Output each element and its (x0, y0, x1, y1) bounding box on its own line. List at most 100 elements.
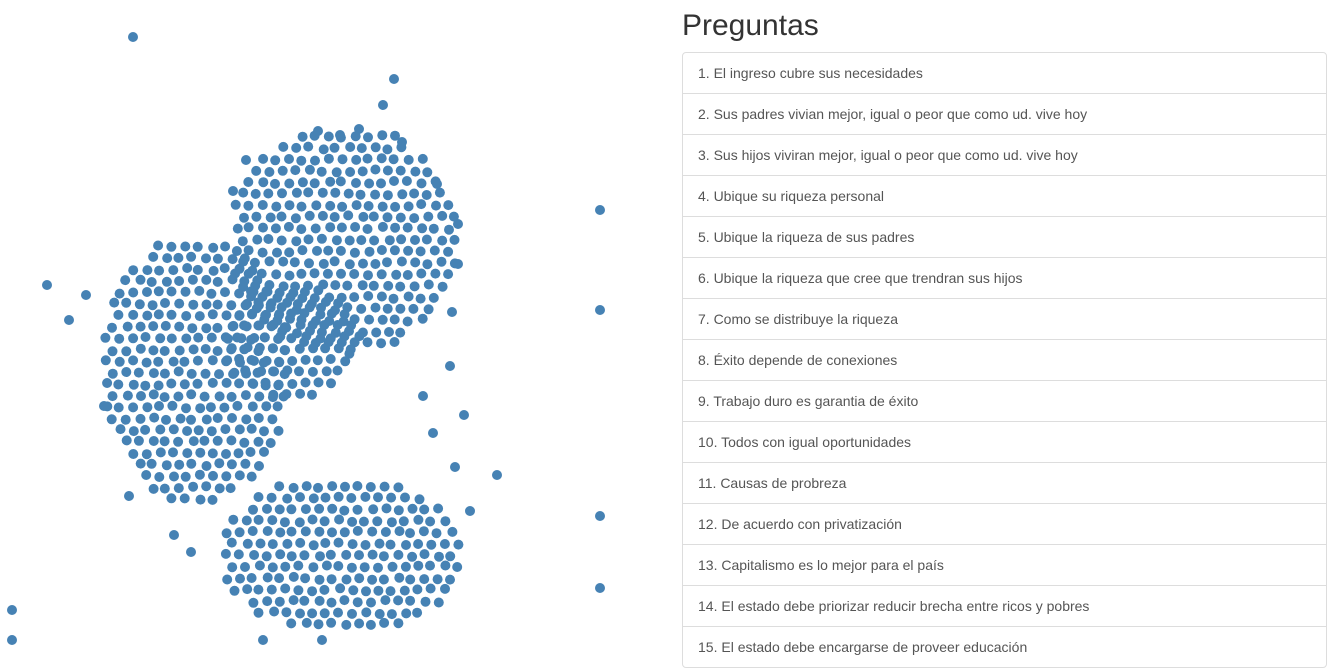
bubble-dot[interactable] (257, 247, 268, 258)
bubble-dot[interactable] (320, 296, 331, 307)
bubble-dot[interactable] (286, 333, 297, 344)
bubble-dot[interactable] (307, 586, 318, 597)
bubble-dot[interactable] (386, 517, 397, 528)
bubble-dot[interactable] (288, 571, 299, 582)
question-item[interactable]: 11. Causas de probreza (683, 463, 1326, 504)
bubble-dot[interactable] (321, 366, 332, 377)
bubble-dot[interactable] (319, 320, 330, 330)
bubble-dot[interactable] (280, 561, 291, 572)
bubble-dot[interactable] (330, 280, 341, 291)
question-item[interactable]: 13. Capitalismo es lo mejor para el país (683, 545, 1326, 586)
bubble-dot[interactable] (315, 551, 325, 562)
bubble-dot[interactable] (335, 583, 346, 594)
bubble-dot[interactable] (262, 503, 272, 514)
bubble-dot[interactable] (259, 332, 270, 343)
bubble-dot[interactable] (249, 333, 260, 343)
bubble-dot[interactable] (333, 298, 344, 309)
bubble-dot[interactable] (153, 356, 164, 367)
bubble-dot[interactable] (281, 389, 292, 400)
bubble-dot[interactable] (148, 321, 159, 332)
bubble-dot[interactable] (340, 481, 350, 492)
bubble-dot[interactable] (416, 178, 427, 189)
bubble-dot[interactable] (422, 167, 433, 178)
question-item[interactable]: 9. Trabajo duro es garantia de éxito (683, 381, 1326, 422)
bubble-dot[interactable] (333, 343, 344, 354)
bubble-dot[interactable] (107, 391, 118, 402)
bubble-dot[interactable] (133, 435, 144, 446)
bubble-dot[interactable] (295, 608, 305, 619)
bubble-dot[interactable] (134, 299, 145, 310)
bubble-dot[interactable] (391, 269, 402, 280)
bubble-dot[interactable] (410, 235, 420, 245)
bubble-dot[interactable] (304, 258, 314, 269)
bubble-dot[interactable] (346, 493, 357, 503)
bubble-dot[interactable] (128, 355, 139, 366)
bubble-dot[interactable] (373, 562, 383, 573)
bubble-dot[interactable] (295, 492, 305, 503)
bubble-dot[interactable] (253, 297, 264, 308)
bubble-dot[interactable] (113, 309, 124, 320)
bubble-dot[interactable] (389, 176, 399, 186)
bubble-dot[interactable] (425, 516, 436, 527)
bubble-dot[interactable] (419, 504, 430, 515)
bubble-dot[interactable] (279, 517, 290, 528)
bubble-dot[interactable] (212, 435, 223, 446)
bubble-dot[interactable] (128, 449, 139, 459)
bubble-dot[interactable] (174, 459, 185, 470)
bubble-dot[interactable] (393, 482, 404, 493)
bubble-dot[interactable] (269, 366, 280, 377)
bubble-dot[interactable] (168, 356, 179, 367)
bubble-dot[interactable] (293, 585, 304, 596)
bubble-dot[interactable] (322, 268, 333, 279)
bubble-dot[interactable] (153, 286, 164, 297)
bubble-dot[interactable] (221, 310, 232, 321)
bubble-dot[interactable] (405, 595, 416, 606)
bubble-dot[interactable] (115, 424, 126, 435)
bubble-dot[interactable] (349, 292, 360, 303)
bubble-dot[interactable] (399, 585, 410, 596)
bubble-dot[interactable] (180, 471, 191, 482)
bubble-dot[interactable] (237, 236, 248, 247)
bubble-dot[interactable] (370, 259, 381, 269)
bubble-dot[interactable] (367, 574, 378, 585)
bubble-dot[interactable] (290, 165, 301, 176)
bubble-dot[interactable] (394, 526, 405, 537)
bubble-dot[interactable] (363, 291, 374, 301)
bubble-dot[interactable] (207, 377, 218, 388)
bubble-dot[interactable] (377, 130, 388, 141)
bubble-dot[interactable] (310, 223, 321, 234)
bubble-dot[interactable] (443, 246, 454, 257)
bubble-dot[interactable] (445, 361, 455, 371)
bubble-dot[interactable] (341, 549, 352, 560)
bubble-dot[interactable] (226, 459, 237, 470)
bubble-dot[interactable] (423, 279, 434, 290)
bubble-dot[interactable] (174, 298, 185, 309)
bubble-dot[interactable] (226, 391, 237, 402)
bubble-dot[interactable] (308, 493, 319, 504)
bubble-dot[interactable] (140, 424, 151, 435)
bubble-dot[interactable] (296, 268, 307, 279)
bubble-dot[interactable] (128, 426, 139, 437)
bubble-dot[interactable] (352, 525, 363, 536)
bubble-dot[interactable] (207, 309, 218, 320)
bubble-dot[interactable] (255, 538, 266, 549)
bubble-dot[interactable] (333, 537, 344, 548)
bubble-dot[interactable] (212, 346, 223, 356)
bubble-dot[interactable] (253, 436, 264, 447)
bubble-dot[interactable] (228, 186, 238, 196)
bubble-dot[interactable] (268, 319, 279, 330)
bubble-dot[interactable] (270, 223, 281, 234)
bubble-dot[interactable] (297, 177, 308, 188)
bubble-dot[interactable] (253, 584, 264, 595)
bubble-dot[interactable] (343, 188, 354, 199)
bubble-dot[interactable] (214, 369, 224, 380)
bubble-dot[interactable] (327, 503, 338, 514)
bubble-dot[interactable] (381, 503, 392, 514)
bubble-dot[interactable] (235, 573, 245, 584)
bubble-dot[interactable] (141, 449, 152, 460)
bubble-dot[interactable] (329, 256, 340, 267)
bubble-dot[interactable] (201, 481, 212, 492)
bubble-dot[interactable] (201, 253, 211, 264)
bubble-dot[interactable] (440, 560, 451, 571)
bubble-dot[interactable] (354, 550, 364, 561)
